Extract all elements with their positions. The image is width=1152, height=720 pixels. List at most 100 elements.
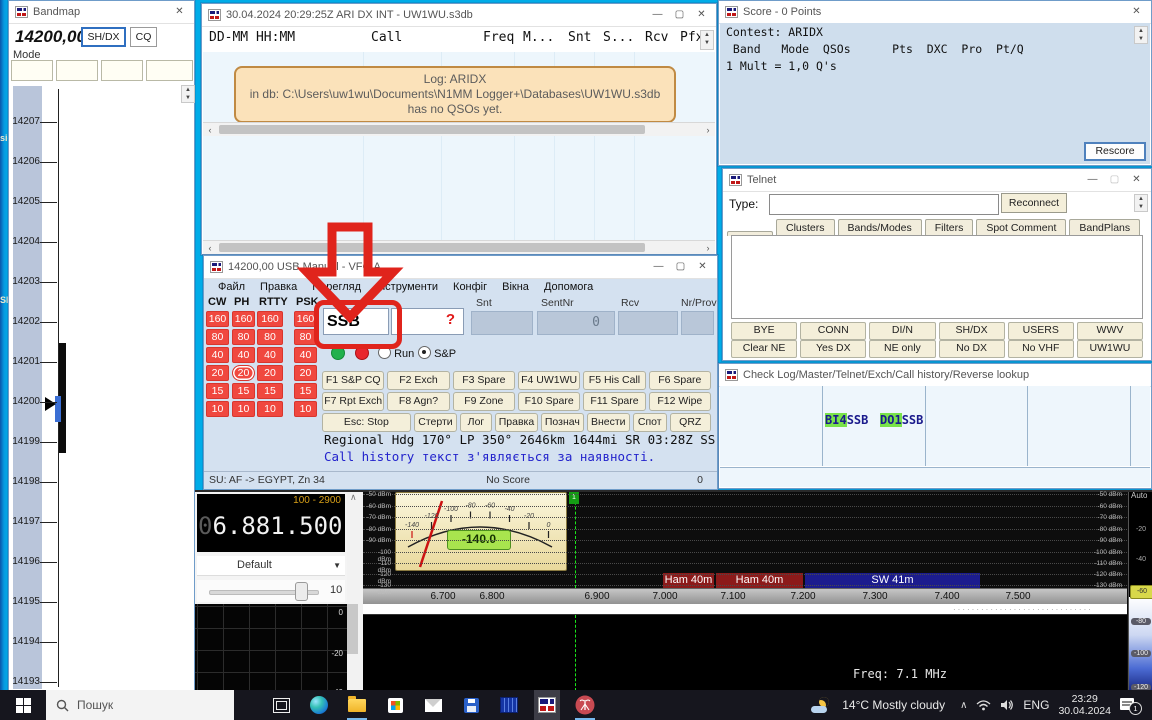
bandmap-spinner[interactable]: ▲▼ [181,85,195,103]
log-hscrollbar-upper[interactable]: ‹› [203,122,715,136]
entry-titlebar[interactable]: 14200,00 USB Manual - VFO A — ▢ ✕ [204,256,717,279]
notification-center-button[interactable]: 1 [1120,697,1138,713]
scale-marker[interactable]: -100 [1131,650,1151,657]
sdr-frequency-display[interactable]: 100 - 2900 06.881.500 [197,494,345,552]
function-key-button[interactable]: F1 S&P CQ [322,371,384,390]
band-button[interactable]: 15 [206,383,229,399]
start-button[interactable] [0,690,46,720]
maximize-icon[interactable]: ▢ [671,5,688,25]
sentnr-field[interactable]: 0 [537,311,615,335]
band-button[interactable]: 80 [232,329,255,345]
telnet-button[interactable]: Clear NE [731,340,797,358]
telnet-button[interactable]: DI/N [869,322,935,340]
language-indicator[interactable]: ENG [1023,698,1049,712]
axis-tick-label[interactable]: 6.900 [584,591,609,602]
rescore-button[interactable]: Rescore [1084,142,1146,161]
frequency-axis[interactable]: 6.7006.8006.9007.0007.1007.2007.3007.400… [363,588,1127,605]
band-button[interactable]: 40 [206,347,229,363]
reconnect-button[interactable]: Reconnect [1001,193,1067,213]
sp-radio[interactable]: S&P [418,346,456,360]
menu-item[interactable]: Правка [260,281,297,293]
rcv-field[interactable] [618,311,678,335]
menu-item[interactable]: Допомога [544,281,593,293]
axis-tick-label[interactable]: 7.400 [934,591,959,602]
sdr-app-button[interactable] [572,690,598,720]
maximize-icon[interactable]: ▢ [672,257,689,277]
log-titlebar[interactable]: 30.04.2024 20:29:25Z ARI DX INT - UW1WU.… [202,4,716,27]
score-spinner[interactable]: ▲▼ [1134,26,1148,44]
band-button[interactable]: 15 [232,383,255,399]
axis-tick-label[interactable]: 7.300 [862,591,887,602]
tray-chevron-icon[interactable]: ∧ [960,700,967,711]
log-hscrollbar-lower[interactable]: ‹› [203,240,715,254]
telnet-titlebar[interactable]: Telnet — ▢ ✕ [723,169,1151,192]
band-button[interactable]: 80 [206,329,229,345]
function-key-button[interactable]: F10 Spare [518,392,580,411]
action-button[interactable]: Правка [495,413,538,432]
telnet-type-input[interactable] [769,194,999,215]
menu-item[interactable]: Конфіг [453,281,487,293]
taskbar-search[interactable]: Пошук [46,690,234,720]
snt-field[interactable] [471,311,533,335]
minimize-icon[interactable]: — [1084,170,1101,190]
check-call[interactable]: DO1SSB [880,413,923,427]
cq-button[interactable]: CQ [130,27,157,47]
menu-item[interactable]: Вікна [502,281,529,293]
band-button[interactable]: 20 [206,365,229,381]
band-button[interactable]: 40 [257,347,283,363]
collapse-icon[interactable]: ∧ [350,492,357,503]
close-icon[interactable]: ✕ [171,2,188,22]
log-column-header[interactable]: Rcv [645,30,668,45]
auto-label[interactable]: Auto [1131,491,1147,499]
telnet-tab[interactable]: BandPlans [1069,219,1140,236]
action-button[interactable]: Внести [587,413,630,432]
telnet-tab[interactable]: Bands/Modes [838,219,922,236]
telnet-button[interactable]: BYE [731,322,797,340]
function-key-button[interactable]: F8 Agn? [387,392,449,411]
band-button[interactable]: 15 [294,383,317,399]
band-button[interactable]: 10 [294,401,317,417]
minimize-icon[interactable]: — [649,5,666,25]
axis-tick-label[interactable]: 7.000 [652,591,677,602]
ms-store-button[interactable] [382,690,408,720]
function-key-button[interactable]: F4 UW1WU [518,371,580,390]
telnet-button[interactable]: CONN [800,322,866,340]
axis-tick-label[interactable]: 6.700 [430,591,455,602]
function-key-button[interactable]: F12 Wipe [649,392,711,411]
speaker-icon[interactable] [1000,699,1014,711]
logger-save-button[interactable] [458,690,484,720]
n1mm-logger-button[interactable] [534,690,560,720]
band-button[interactable]: 20 [294,365,317,381]
band-button[interactable]: 160 [232,311,255,327]
waterfall-display[interactable]: Freq: 7.1 MHz [363,614,1127,691]
telnet-tab[interactable]: Spot Comment [976,219,1066,236]
file-explorer-button[interactable] [344,690,370,720]
check-call[interactable]: BI4SSB [825,413,868,427]
telnet-button[interactable]: USERS [1008,322,1074,340]
band-button[interactable]: 10 [257,401,283,417]
function-key-button[interactable]: F11 Spare [583,392,645,411]
log-column-header[interactable]: M... [523,30,554,45]
axis-tick-label[interactable]: 7.200 [790,591,815,602]
telnet-button[interactable]: WWV [1077,322,1143,340]
band-button[interactable]: 10 [232,401,255,417]
action-button[interactable]: Спот [633,413,667,432]
band-button[interactable]: 80 [257,329,283,345]
maximize-icon[interactable]: ▢ [1106,170,1123,190]
axis-tick-label[interactable]: 7.100 [720,591,745,602]
action-button[interactable]: QRZ [670,413,711,432]
telnet-button[interactable]: SH/DX [939,322,1005,340]
action-button[interactable]: Познач [541,413,583,432]
bandmap-mode-field-4[interactable] [146,60,193,81]
log-column-header[interactable]: DD-MM HH:MM [209,30,295,45]
band-button[interactable]: 160 [206,311,229,327]
nrprov-field[interactable] [681,311,714,335]
telnet-button[interactable]: No DX [939,340,1005,358]
band-button[interactable]: 15 [257,383,283,399]
function-key-button[interactable]: F2 Exch [387,371,449,390]
close-icon[interactable]: ✕ [1128,170,1145,190]
band-button[interactable]: 10 [206,401,229,417]
log-spinner[interactable]: ▲▼ [700,30,714,50]
shdx-button[interactable]: SH/DX [81,27,126,47]
axis-tick-label[interactable]: 7.500 [1005,591,1030,602]
